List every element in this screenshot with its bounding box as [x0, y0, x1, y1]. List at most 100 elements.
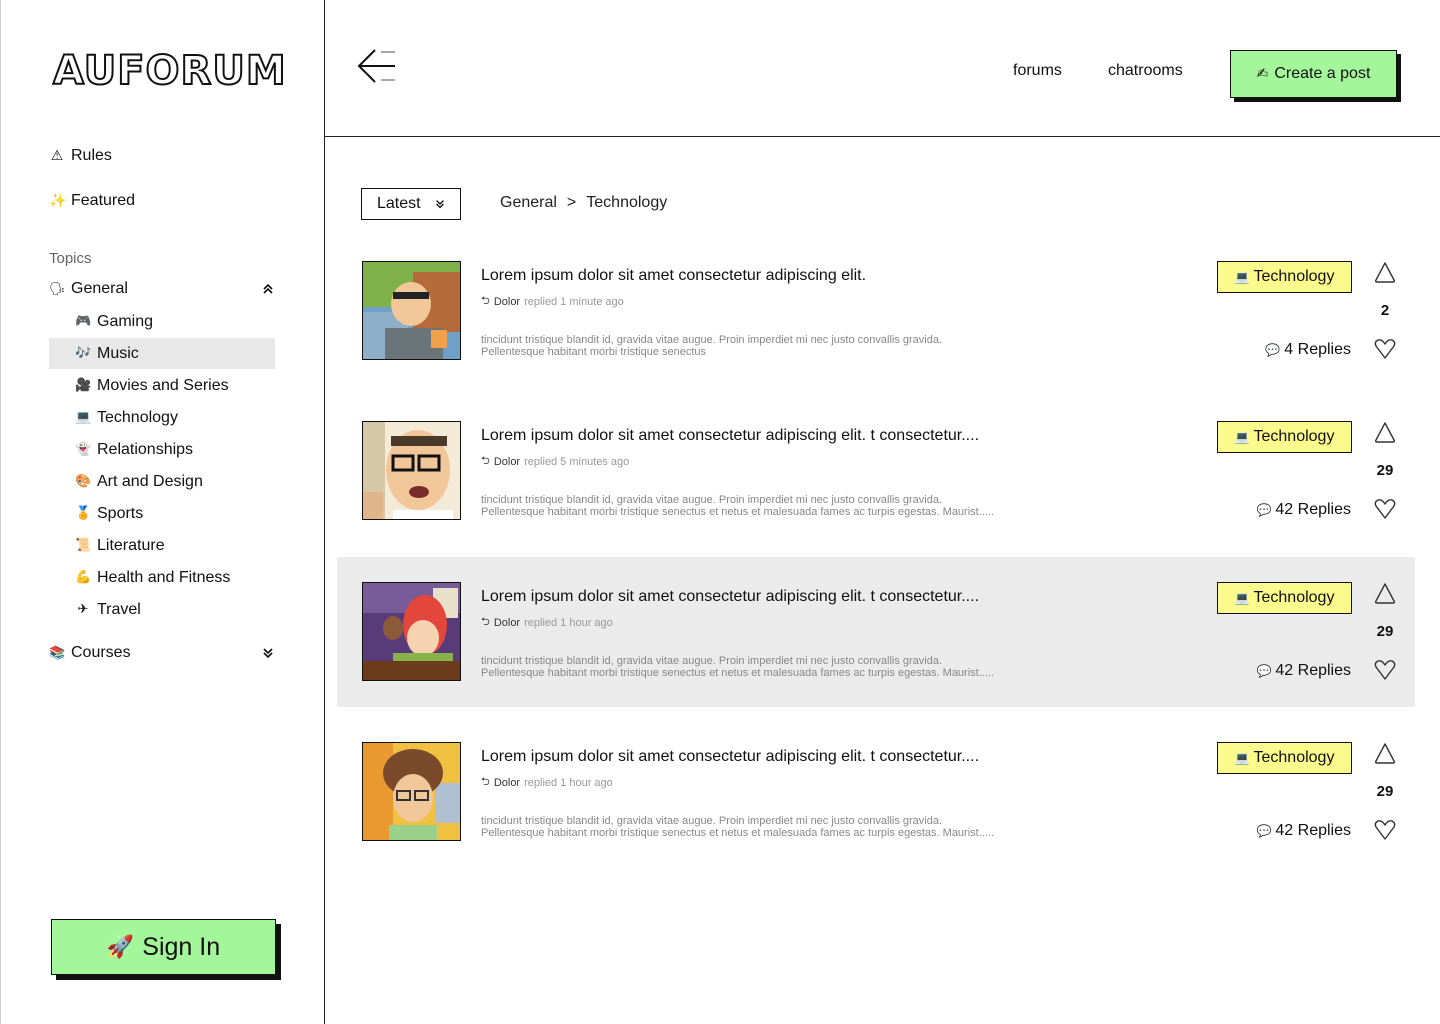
post-replies[interactable]: 💬 42 Replies [1256, 662, 1351, 680]
sidebar-item-movies-and-series[interactable]: 🎥 Movies and Series [49, 370, 275, 401]
heart-icon[interactable] [1373, 497, 1397, 521]
sidebar-link-label: Rules [71, 147, 112, 164]
post-avatar[interactable] [362, 421, 461, 520]
create-post-button[interactable]: ✍ Create a post [1230, 50, 1397, 98]
post-excerpt-line: Pellentesque habitant morbi tristique se… [481, 346, 707, 358]
post-title[interactable]: Lorem ipsum dolor sit amet consectetur a… [481, 588, 979, 606]
upvote-icon[interactable] [1373, 582, 1397, 606]
post-replies[interactable]: 💬 4 Replies [1265, 341, 1351, 359]
sidebar-item-relationships[interactable]: 👻 Relationships [49, 434, 275, 465]
topic-group-general[interactable]: 🗣 General [49, 280, 275, 298]
vote-count: 2 [1380, 302, 1390, 319]
post-excerpt-line: tincidunt tristique blandit id, gravida … [481, 655, 943, 667]
sign-in-label: Sign In [142, 932, 221, 961]
sidebar-link-label: Featured [71, 192, 136, 209]
laptop-icon: 💻 [1234, 270, 1250, 284]
sidebar: AUFORUM ⚠ Rules ✨ Featured Topics 🗣 Gene… [0, 0, 325, 1024]
post-replies[interactable]: 💬 42 Replies [1256, 501, 1351, 519]
post-replied-time: replied 5 minutes ago [524, 455, 630, 468]
breadcrumb-technology[interactable]: Technology [586, 194, 667, 212]
topic-group-courses[interactable]: 📚 Courses [49, 644, 275, 662]
sidebar-item-travel[interactable]: ✈ Travel [49, 594, 275, 625]
post-excerpt: tincidunt tristique blandit id, gravida … [481, 655, 1081, 679]
vote-count: 29 [1376, 623, 1394, 640]
sidebar-link-featured[interactable]: ✨ Featured [49, 192, 135, 210]
music-notes-icon: 🎶 [75, 346, 92, 361]
post-user[interactable]: Dolor [494, 296, 520, 308]
movie-camera-icon: 🎥 [75, 378, 92, 393]
upvote-icon[interactable] [1373, 742, 1397, 766]
post-tag[interactable]: 💻 Technology [1217, 582, 1352, 614]
post-title[interactable]: Lorem ipsum dolor sit amet consectetur a… [481, 748, 979, 766]
nav-forums[interactable]: forums [1013, 62, 1062, 80]
post-tag-label: Technology [1253, 268, 1335, 285]
sidebar-item-label: Sports [97, 504, 144, 522]
post-replies[interactable]: 💬 42 Replies [1256, 822, 1351, 840]
sidebar-item-music[interactable]: 🎶 Music [49, 338, 275, 369]
post-avatar[interactable] [362, 261, 461, 360]
upvote-icon[interactable] [1373, 421, 1397, 445]
back-arrow-icon[interactable] [357, 48, 397, 84]
post-row[interactable]: Lorem ipsum dolor sit amet consectetur a… [337, 728, 1415, 878]
post-replies-count: 42 Replies [1275, 501, 1351, 518]
laptop-icon: 💻 [1234, 430, 1250, 444]
nav-chatrooms[interactable]: chatrooms [1108, 62, 1183, 80]
post-tag[interactable]: 💻 Technology [1217, 421, 1352, 453]
speech-bubble-icon: 💬 [1256, 824, 1272, 838]
chevron-up-double-icon[interactable] [261, 282, 275, 296]
post-meta: ⮌ Dolor replied 5 minutes ago [481, 452, 629, 471]
post-meta: ⮌ Dolor replied 1 hour ago [481, 773, 613, 792]
sidebar-item-label: Art and Design [97, 472, 203, 490]
breadcrumb-separator: > [566, 194, 577, 211]
post-tag-label: Technology [1253, 749, 1335, 766]
sign-in-button[interactable]: 🚀 Sign In [51, 919, 276, 975]
sidebar-item-label: Travel [97, 600, 141, 618]
sidebar-item-technology[interactable]: 💻 Technology [49, 402, 275, 433]
sidebar-item-gaming[interactable]: 🎮 Gaming [49, 306, 275, 337]
post-row[interactable]: Lorem ipsum dolor sit amet consectetur a… [337, 247, 1415, 397]
sidebar-item-label: Gaming [97, 312, 154, 330]
sidebar-item-health-and-fitness[interactable]: 💪 Health and Fitness [49, 562, 275, 593]
post-tag[interactable]: 💻 Technology [1217, 742, 1352, 774]
post-replied-time: replied 1 hour ago [524, 776, 613, 789]
post-row[interactable]: Lorem ipsum dolor sit amet consectetur a… [337, 407, 1415, 557]
upvote-icon[interactable] [1373, 261, 1397, 285]
speech-bubble-icon: 💬 [1256, 503, 1272, 517]
sidebar-item-sports[interactable]: 🏅 Sports [49, 498, 275, 529]
breadcrumb-general[interactable]: General [500, 194, 557, 212]
post-meta: ⮌ Dolor replied 1 minute ago [481, 292, 624, 311]
sidebar-item-literature[interactable]: 📜 Literature [49, 530, 275, 561]
warning-icon: ⚠ [50, 148, 64, 164]
sidebar-item-art-and-design[interactable]: 🎨 Art and Design [49, 466, 275, 497]
heart-icon[interactable] [1373, 658, 1397, 682]
post-user[interactable]: Dolor [494, 777, 520, 789]
logo[interactable]: AUFORUM [52, 47, 287, 95]
palette-icon: 🎨 [75, 474, 92, 489]
vote-count: 29 [1376, 462, 1394, 479]
post-excerpt-line: tincidunt tristique blandit id, gravida … [481, 334, 943, 346]
post-excerpt-line: Pellentesque habitant morbi tristique se… [481, 506, 994, 518]
chevron-down-double-icon[interactable] [261, 646, 275, 660]
post-replied-time: replied 1 minute ago [524, 295, 624, 308]
scroll-icon: 📜 [75, 538, 92, 553]
breadcrumb: General > Technology [500, 194, 667, 212]
post-avatar[interactable] [362, 582, 461, 681]
reply-arrow-icon: ⮌ [481, 294, 490, 307]
post-title[interactable]: Lorem ipsum dolor sit amet consectetur a… [481, 427, 979, 445]
ghost-icon: 👻 [75, 442, 92, 457]
post-tag[interactable]: 💻 Technology [1217, 261, 1352, 293]
post-excerpt: tincidunt tristique blandit id, gravida … [481, 494, 1081, 518]
post-replies-count: 4 Replies [1284, 341, 1351, 358]
post-title[interactable]: Lorem ipsum dolor sit amet consectetur a… [481, 267, 866, 285]
post-user[interactable]: Dolor [494, 456, 520, 468]
sort-dropdown[interactable]: Latest [361, 188, 461, 220]
medal-icon: 🏅 [75, 506, 92, 521]
post-avatar[interactable] [362, 742, 461, 841]
heart-icon[interactable] [1373, 337, 1397, 361]
sidebar-item-label: Music [97, 344, 139, 362]
heart-icon[interactable] [1373, 818, 1397, 842]
post-row[interactable]: Lorem ipsum dolor sit amet consectetur a… [337, 557, 1415, 707]
post-user[interactable]: Dolor [494, 617, 520, 629]
speech-bubble-icon: 💬 [1256, 664, 1272, 678]
sidebar-link-rules[interactable]: ⚠ Rules [49, 147, 112, 165]
